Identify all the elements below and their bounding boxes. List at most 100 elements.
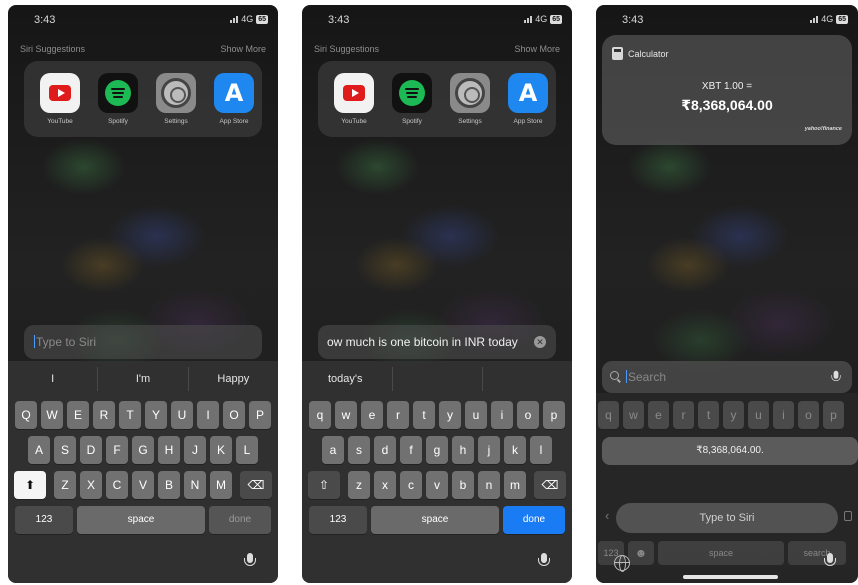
space-key[interactable]: space [77,506,205,534]
key[interactable]: Z [54,471,76,499]
microphone-icon[interactable] [824,553,836,571]
key[interactable]: s [348,436,370,464]
prediction-3[interactable] [482,367,572,391]
globe-icon[interactable] [614,555,630,572]
key[interactable]: t [698,401,719,429]
prediction-3[interactable]: Happy [187,367,278,391]
numbers-key[interactable]: 123 [309,506,367,534]
key[interactable]: q [598,401,619,429]
key[interactable]: V [132,471,154,499]
type-to-siri-input[interactable]: Type to Siri [24,325,262,359]
prediction-1[interactable]: today's [302,367,392,391]
key[interactable]: g [426,436,448,464]
key[interactable]: I [197,401,219,429]
type-to-siri-input[interactable]: ow much is one bitcoin in INR today ✕ [318,325,556,359]
key[interactable]: l [530,436,552,464]
key[interactable]: A [28,436,50,464]
app-spotify[interactable]: Spotify [390,73,434,125]
key[interactable]: q [309,401,331,429]
numbers-key[interactable]: 123 [15,506,73,534]
show-more-link[interactable]: Show More [514,44,560,54]
key[interactable]: t [413,401,435,429]
key[interactable]: C [106,471,128,499]
key[interactable]: k [504,436,526,464]
done-key[interactable]: done [209,506,271,534]
microphone-icon[interactable] [831,370,841,385]
key[interactable]: x [374,471,396,499]
shift-key[interactable]: ⇧ [308,471,340,499]
microphone-icon[interactable] [538,553,550,571]
key[interactable]: w [623,401,644,429]
space-key[interactable]: space [658,541,784,565]
calculator-widget[interactable]: Calculator XBT 1.00 = ₹8,368,064.00 yaho… [602,35,852,145]
key[interactable]: d [374,436,396,464]
key[interactable]: Y [145,401,167,429]
show-more-link[interactable]: Show More [220,44,266,54]
key[interactable]: v [426,471,448,499]
key[interactable]: u [748,401,769,429]
key[interactable]: w [335,401,357,429]
result-suggestion[interactable]: ₹8,368,064.00. [602,437,858,465]
app-spotify[interactable]: Spotify [96,73,140,125]
key[interactable]: T [119,401,141,429]
key[interactable]: W [41,401,63,429]
key[interactable]: J [184,436,206,464]
app-app-store[interactable]: A App Store [506,73,550,125]
key[interactable]: L [236,436,258,464]
search-key[interactable]: search [788,541,846,565]
key[interactable]: m [504,471,526,499]
key[interactable]: S [54,436,76,464]
key[interactable]: e [361,401,383,429]
key[interactable]: P [249,401,271,429]
key[interactable]: R [93,401,115,429]
key[interactable]: h [452,436,474,464]
key[interactable]: D [80,436,102,464]
type-to-siri-button[interactable]: Type to Siri [616,503,838,533]
key[interactable]: U [171,401,193,429]
emoji-icon[interactable]: ☻ [628,541,654,565]
key[interactable]: N [184,471,206,499]
app-youtube[interactable]: YouTube [332,73,376,125]
app-app-store[interactable]: A App Store [212,73,256,125]
key[interactable]: X [80,471,102,499]
key[interactable]: Q [15,401,37,429]
key[interactable]: O [223,401,245,429]
key[interactable]: K [210,436,232,464]
key[interactable]: F [106,436,128,464]
done-key[interactable]: done [503,506,565,534]
key[interactable]: o [798,401,819,429]
key[interactable]: n [478,471,500,499]
key[interactable]: j [478,436,500,464]
key[interactable]: u [465,401,487,429]
clear-icon[interactable]: ✕ [534,336,546,348]
microphone-icon[interactable] [244,553,256,571]
key[interactable]: p [543,401,565,429]
key[interactable]: b [452,471,474,499]
key[interactable]: r [673,401,694,429]
prediction-2[interactable] [392,367,482,391]
key[interactable]: r [387,401,409,429]
prediction-2[interactable]: I'm [97,367,187,391]
key[interactable]: i [491,401,513,429]
key[interactable]: z [348,471,370,499]
key[interactable]: H [158,436,180,464]
key[interactable]: f [400,436,422,464]
space-key[interactable]: space [371,506,499,534]
key[interactable]: B [158,471,180,499]
app-youtube[interactable]: YouTube [38,73,82,125]
key[interactable]: o [517,401,539,429]
key[interactable]: y [439,401,461,429]
key[interactable]: i [773,401,794,429]
key[interactable]: e [648,401,669,429]
search-input[interactable]: Search [602,361,852,393]
prediction-1[interactable]: I [8,367,97,391]
key[interactable]: G [132,436,154,464]
shift-key[interactable]: ⬆ [14,471,46,499]
key[interactable]: c [400,471,422,499]
delete-key[interactable]: ⌫ [534,471,566,499]
delete-key[interactable]: ⌫ [240,471,272,499]
key[interactable]: M [210,471,232,499]
app-settings[interactable]: Settings [448,73,492,125]
key[interactable]: p [823,401,844,429]
key[interactable]: y [723,401,744,429]
